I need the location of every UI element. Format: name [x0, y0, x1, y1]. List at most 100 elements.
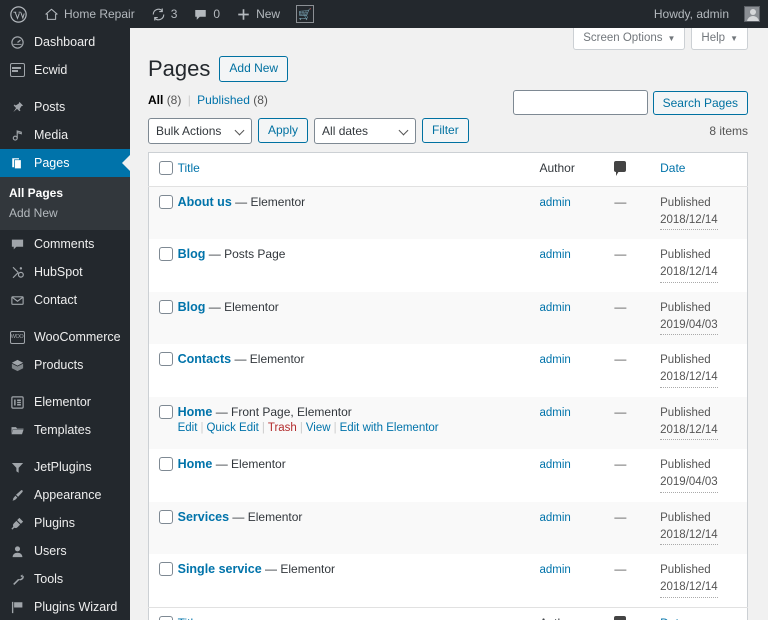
- date-filter-value: All dates: [322, 123, 369, 138]
- sidebar-item-label: Templates: [34, 422, 91, 437]
- row-select-cell: [149, 502, 178, 555]
- row-action-view[interactable]: View: [306, 422, 331, 434]
- row-checkbox[interactable]: [159, 457, 173, 472]
- filter-published-link[interactable]: Published: [197, 93, 250, 107]
- row-checkbox[interactable]: [159, 194, 173, 209]
- table-row[interactable]: Blog — Elementor admin — Published 2019/04/0…: [148, 291, 748, 345]
- author-link[interactable]: admin: [540, 564, 571, 576]
- submenu-item-all-pages[interactable]: All Pages: [0, 183, 130, 203]
- page-title-link[interactable]: Blog: [178, 247, 206, 261]
- sort-date-link[interactable]: Date: [660, 161, 685, 175]
- sidebar-item-woocommerce[interactable]: WOO WooCommerce: [0, 323, 130, 351]
- page-title-link[interactable]: Contacts: [178, 352, 231, 366]
- search-pages-button[interactable]: Search Pages: [652, 90, 748, 115]
- sidebar-item-label: Dashboard: [34, 34, 96, 49]
- help-button[interactable]: Help ▼: [691, 28, 748, 50]
- author-link[interactable]: admin: [540, 302, 571, 314]
- sidebar-item-comments[interactable]: Comments: [0, 230, 130, 258]
- row-action-trash[interactable]: Trash: [268, 422, 297, 434]
- wordpress-logo-menu[interactable]: [0, 0, 36, 28]
- page-title-link[interactable]: About us: [178, 195, 232, 209]
- sidebar-item-contact[interactable]: Contact: [0, 286, 130, 314]
- sort-title-link-footer[interactable]: Title: [178, 616, 200, 620]
- row-author-cell: admin: [540, 554, 615, 607]
- row-checkbox[interactable]: [159, 247, 173, 262]
- sidebar-item-hubspot[interactable]: HubSpot: [0, 258, 130, 286]
- table-row[interactable]: Home — Front Page, Elementor Edit | Quick E…: [148, 396, 748, 450]
- row-checkbox[interactable]: [159, 404, 173, 419]
- funnel-icon: [9, 459, 25, 475]
- row-checkbox[interactable]: [159, 352, 173, 367]
- row-action-quick-edit[interactable]: Quick Edit: [206, 422, 258, 434]
- column-footer-date: Date: [660, 606, 748, 620]
- table-row[interactable]: About us — Elementor admin — Published 2018/…: [148, 186, 748, 240]
- author-link[interactable]: admin: [540, 459, 571, 471]
- sidebar-item-pages[interactable]: Pages: [0, 149, 130, 177]
- home-icon: [44, 7, 59, 22]
- table-row[interactable]: Single service — Elementor admin — Publishe…: [148, 554, 748, 608]
- select-all-checkbox[interactable]: [159, 160, 173, 175]
- sidebar-item-dashboard[interactable]: Dashboard: [0, 28, 130, 56]
- bulk-actions-select-top[interactable]: Bulk Actions: [148, 117, 252, 144]
- updates-menu[interactable]: 3: [143, 0, 186, 28]
- page-title-link[interactable]: Blog: [178, 300, 206, 314]
- filter-divider: |: [187, 92, 191, 107]
- author-link[interactable]: admin: [540, 249, 571, 261]
- apply-button-top[interactable]: Apply: [258, 117, 309, 144]
- sidebar-item-users[interactable]: Users: [0, 537, 130, 565]
- row-title-cell: Services — Elementor: [178, 502, 540, 555]
- page-title-link[interactable]: Services: [178, 510, 229, 524]
- author-link[interactable]: admin: [540, 354, 571, 366]
- sidebar-item-plugins-wizard[interactable]: Plugins Wizard: [0, 593, 130, 620]
- sidebar-item-templates[interactable]: Templates: [0, 416, 130, 444]
- row-action-edit[interactable]: Edit: [178, 422, 198, 434]
- site-name-menu[interactable]: Home Repair: [36, 0, 143, 28]
- sort-date-link-footer[interactable]: Date: [660, 616, 685, 620]
- row-checkbox[interactable]: [159, 299, 173, 314]
- date-filter-select[interactable]: All dates: [314, 117, 417, 144]
- page-title-link[interactable]: Single service: [178, 562, 262, 576]
- row-checkbox[interactable]: [159, 562, 173, 577]
- submenu-item-add-new[interactable]: Add New: [0, 203, 130, 223]
- sidebar-item-ecwid[interactable]: Ecwid: [0, 56, 130, 84]
- menu-separator: [0, 379, 130, 388]
- sidebar-item-appearance[interactable]: Appearance: [0, 481, 130, 509]
- row-select-cell: [149, 554, 178, 607]
- sidebar-item-posts[interactable]: Posts: [0, 93, 130, 121]
- screen-options-button[interactable]: Screen Options ▼: [573, 28, 686, 50]
- search-input[interactable]: [512, 90, 648, 115]
- sidebar-item-label: Elementor: [34, 394, 91, 409]
- post-status-label: Published: [660, 249, 711, 262]
- row-checkbox[interactable]: [159, 509, 173, 524]
- table-row[interactable]: Home — Elementor admin — Published 2019/04/0…: [148, 449, 748, 502]
- table-row[interactable]: Blog — Posts Page admin — Published 2018/12/…: [148, 239, 748, 292]
- select-all-checkbox-footer[interactable]: [159, 615, 173, 620]
- row-title-cell: Home — Front Page, Elementor Edit | Quick E…: [178, 397, 540, 450]
- row-action-edit-with-elementor[interactable]: Edit with Elementor: [340, 422, 439, 434]
- sidebar-item-jetplugins[interactable]: JetPlugins: [0, 453, 130, 481]
- sidebar-item-elementor[interactable]: Elementor: [0, 388, 130, 416]
- filter-all-link[interactable]: All: [148, 93, 163, 107]
- add-new-button[interactable]: Add New: [219, 56, 289, 83]
- author-link[interactable]: admin: [540, 197, 571, 209]
- filter-all-count: (8): [166, 92, 182, 107]
- sidebar-item-products[interactable]: Products: [0, 351, 130, 379]
- table-row[interactable]: Services — Elementor admin — Published 2018/…: [148, 501, 748, 555]
- table-row[interactable]: Contacts — Elementor admin — Published 2018/…: [148, 344, 748, 397]
- filter-button[interactable]: Filter: [422, 117, 469, 144]
- author-link[interactable]: admin: [540, 407, 571, 419]
- sort-title-link[interactable]: Title: [178, 161, 200, 175]
- page-title-link[interactable]: Home: [178, 457, 213, 471]
- my-account-menu[interactable]: Howdy, admin: [646, 0, 737, 28]
- page-title-link[interactable]: Home: [178, 405, 213, 419]
- author-link[interactable]: admin: [540, 512, 571, 524]
- new-content-menu[interactable]: New: [228, 0, 288, 28]
- sidebar-item-label: Comments: [34, 236, 95, 251]
- sidebar-item-tools[interactable]: Tools: [0, 565, 130, 593]
- sidebar-item-plugins[interactable]: Plugins: [0, 509, 130, 537]
- row-action-separator: |: [333, 421, 337, 434]
- comment-icon: [614, 615, 627, 620]
- sidebar-item-media[interactable]: Media: [0, 121, 130, 149]
- ecwid-cart-menu[interactable]: 🛒: [288, 0, 322, 28]
- comments-menu[interactable]: 0: [185, 0, 228, 28]
